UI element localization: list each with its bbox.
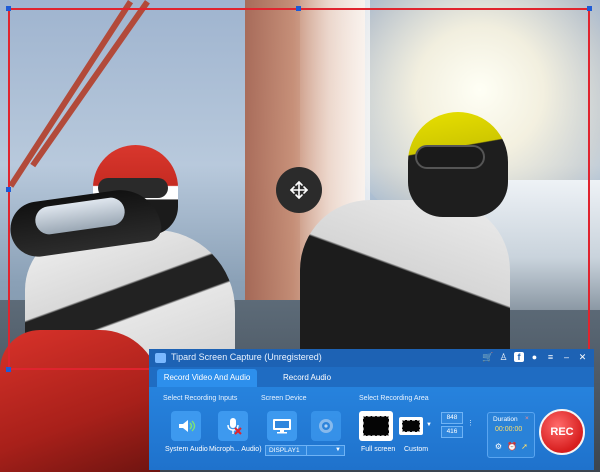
full-screen-icon — [363, 416, 389, 436]
chevron-down-icon: ▼ — [335, 447, 341, 453]
app-icon — [155, 353, 166, 363]
section-recording-inputs: Select Recording Inputs — [163, 395, 238, 402]
webcam-icon — [319, 419, 333, 433]
capture-panel: Tipard Screen Capture (Unregistered) 🛒 ♙… — [149, 349, 594, 470]
display-select[interactable]: DISPLAY1 ▼ — [265, 445, 345, 456]
cart-icon[interactable]: 🛒 — [482, 351, 493, 364]
duration-label: Duration — [493, 416, 518, 423]
menu-icon[interactable]: ≡ — [545, 351, 556, 364]
resize-handle-left[interactable] — [6, 187, 11, 192]
webcam-button[interactable] — [311, 411, 341, 441]
microphone-label: Microph... Audio) — [209, 446, 262, 453]
section-recording-area: Select Recording Area — [359, 395, 429, 402]
custom-label: Custom — [404, 446, 429, 453]
custom-area-icon — [402, 420, 420, 432]
settings-gear-icon[interactable]: ⚙ — [494, 442, 503, 451]
custom-area-button[interactable] — [399, 417, 423, 435]
full-screen-button[interactable] — [359, 411, 393, 441]
duration-tools: ⚙ ⏰ ➚ — [494, 442, 529, 451]
resize-handle-top[interactable] — [296, 6, 301, 11]
tab-record-video-audio[interactable]: Record Video And Audio — [157, 369, 257, 387]
system-audio-label: System Audio — [165, 446, 208, 453]
section-screen-device: Screen Device — [261, 395, 307, 402]
minimize-icon[interactable]: – — [561, 351, 572, 364]
custom-dropdown-icon[interactable]: ▼ — [426, 422, 432, 428]
rec-button[interactable]: REC — [539, 409, 585, 455]
microphone-button[interactable] — [218, 411, 248, 441]
alarm-clock-icon[interactable]: ⏰ — [507, 442, 517, 451]
height-input[interactable]: 416 — [441, 426, 463, 438]
system-audio-button[interactable] — [171, 411, 201, 441]
aspect-link-icon[interactable]: ⋮ — [467, 419, 474, 427]
speaker-icon — [179, 420, 196, 432]
title-bar: Tipard Screen Capture (Unregistered) 🛒 ♙… — [149, 349, 594, 367]
facebook-icon[interactable]: f — [514, 352, 524, 362]
move-handle[interactable] — [276, 167, 322, 213]
tab-record-audio[interactable]: Record Audio — [267, 369, 347, 387]
titlebar-icons: 🛒 ♙ f ● ≡ – ✕ — [482, 351, 588, 364]
stage: Tipard Screen Capture (Unregistered) 🛒 ♙… — [0, 0, 600, 472]
move-arrows-icon — [289, 180, 309, 200]
cursor-icon[interactable]: ➚ — [520, 442, 529, 451]
resize-handle-top-left[interactable] — [6, 6, 11, 11]
select-divider — [306, 446, 307, 455]
duration-close-icon[interactable]: × — [525, 415, 529, 422]
user-icon[interactable]: ♙ — [498, 351, 509, 364]
duration-time: 00:00:00 — [495, 426, 523, 433]
display-select-value: DISPLAY1 — [269, 447, 300, 454]
monitor-icon — [273, 419, 291, 434]
full-screen-label: Full screen — [361, 446, 396, 453]
display-button[interactable] — [267, 411, 297, 441]
chat-icon[interactable]: ● — [529, 351, 540, 364]
app-title: Tipard Screen Capture (Unregistered) — [171, 352, 322, 362]
resize-handle-top-right[interactable] — [587, 6, 592, 11]
tab-bar: Record Video And Audio Record Audio — [149, 367, 594, 387]
resize-handle-bottom-left[interactable] — [6, 367, 11, 372]
microphone-muted-icon — [227, 418, 242, 435]
width-input[interactable]: 848 — [441, 412, 463, 424]
close-icon[interactable]: ✕ — [577, 351, 588, 364]
